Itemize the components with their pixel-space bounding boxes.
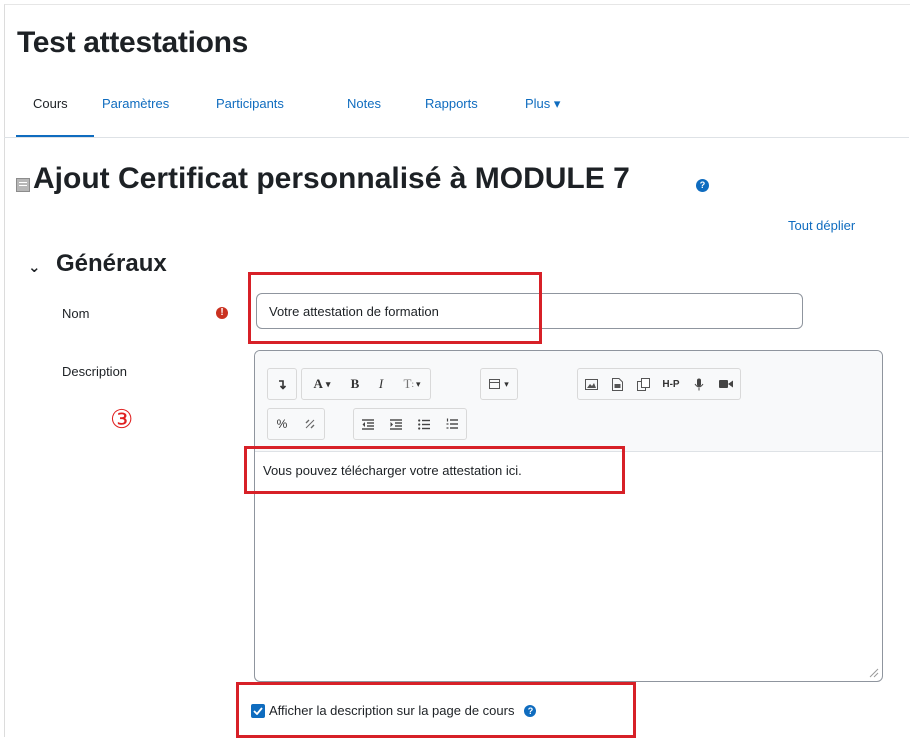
media-icon[interactable] [604, 369, 630, 399]
section-title-generaux[interactable]: Généraux [56, 250, 167, 278]
resize-handle-icon[interactable] [869, 668, 879, 678]
page-title: Ajout Certificat personnalisé à MODULE 7 [33, 162, 630, 195]
toolbar-group-links: % [267, 408, 325, 440]
table-icon[interactable]: ▾ [481, 369, 517, 399]
video-camera-icon[interactable] [712, 369, 740, 399]
name-label: Nom [62, 306, 90, 321]
show-description-label[interactable]: Afficher la description sur la page de c… [269, 703, 514, 718]
help-icon[interactable]: ? [696, 179, 709, 192]
description-text: Vous pouvez télécharger votre attestatio… [263, 463, 522, 478]
tab-participants[interactable]: Participants [216, 96, 284, 111]
italic-icon[interactable]: I [368, 369, 394, 399]
image-icon[interactable] [578, 369, 604, 399]
show-description-option[interactable]: Afficher la description sur la page de c… [251, 703, 537, 718]
show-description-checkbox[interactable] [251, 703, 265, 718]
editor-content-area[interactable]: Vous pouvez télécharger votre attestatio… [255, 451, 882, 681]
chevron-down-icon[interactable]: ⌄ [28, 258, 41, 276]
tab-rapports[interactable]: Rapports [425, 96, 478, 111]
course-title: Test attestations [17, 26, 249, 59]
text-size-icon[interactable]: T: ▾ [394, 369, 430, 399]
description-label: Description [62, 364, 128, 379]
toolbar-group-lists [353, 408, 467, 440]
tab-parametres[interactable]: Paramètres [102, 96, 169, 111]
name-input[interactable] [256, 293, 803, 329]
link-icon[interactable]: % [268, 409, 296, 439]
expand-all-link[interactable]: Tout déplier [788, 218, 855, 233]
toolbar-group-table: ▾ [480, 368, 518, 400]
toolbar-group-collapse [267, 368, 297, 400]
manage-files-icon[interactable] [630, 369, 656, 399]
tabs-divider [4, 137, 909, 138]
description-editor[interactable]: A ▾ B I T: ▾ ▾ H-P % Vous pouvez télécha… [254, 350, 883, 682]
help-icon[interactable]: ? [524, 704, 537, 717]
indent-icon[interactable] [382, 409, 410, 439]
editor-toolbar: A ▾ B I T: ▾ ▾ H-P % [255, 351, 882, 452]
tab-plus[interactable]: Plus ▾ [525, 96, 560, 112]
collapse-toolbar-icon[interactable] [268, 369, 296, 399]
bold-icon[interactable]: B [342, 369, 368, 399]
h5p-icon[interactable]: H-P [656, 369, 686, 399]
toolbar-group-style: A ▾ B I T: ▾ [301, 368, 431, 400]
step-number-annotation: ③ [110, 404, 134, 434]
microphone-icon[interactable] [686, 369, 712, 399]
page-icon [16, 178, 30, 192]
required-icon: ! [216, 307, 228, 319]
tab-cours[interactable]: Cours [33, 96, 68, 111]
toolbar-group-media: H-P [577, 368, 741, 400]
paragraph-style-icon[interactable]: A ▾ [302, 369, 342, 399]
unlink-icon[interactable] [296, 409, 324, 439]
unordered-list-icon[interactable] [410, 409, 438, 439]
outdent-icon[interactable] [354, 409, 382, 439]
ordered-list-icon[interactable] [438, 409, 466, 439]
tab-notes[interactable]: Notes [347, 96, 381, 111]
